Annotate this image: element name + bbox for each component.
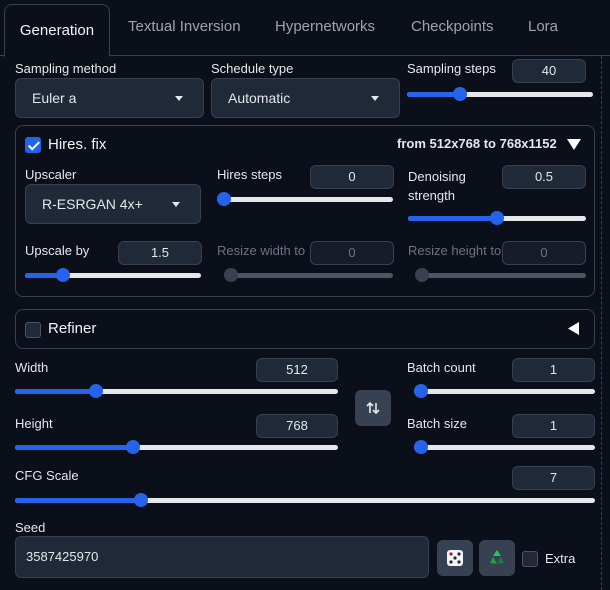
upscaler-label: Upscaler xyxy=(25,167,77,182)
batch-size-slider[interactable] xyxy=(414,440,595,454)
sampling-method-label: Sampling method xyxy=(15,61,117,76)
tab-generation[interactable]: Generation xyxy=(4,4,110,57)
upscale-by-input[interactable]: 1.5 xyxy=(118,241,202,265)
swap-icon xyxy=(366,401,380,415)
resize-height-slider[interactable] xyxy=(415,268,586,282)
height-slider[interactable] xyxy=(15,440,338,454)
triangle-down-icon[interactable] xyxy=(567,139,581,150)
slider-track xyxy=(224,273,393,278)
random-seed-button[interactable] xyxy=(437,540,473,576)
panel-divider xyxy=(601,56,602,590)
schedule-type-label: Schedule type xyxy=(211,61,294,76)
dice-icon xyxy=(447,550,463,566)
slider-thumb[interactable] xyxy=(133,493,148,507)
height-input[interactable]: 768 xyxy=(256,414,338,438)
extra-label: Extra xyxy=(545,551,576,566)
cfg-scale-label: CFG Scale xyxy=(15,468,79,483)
batch-count-slider[interactable] xyxy=(414,384,595,398)
slider-fill xyxy=(408,216,497,221)
batch-count-label: Batch count xyxy=(407,360,476,375)
chevron-down-icon xyxy=(172,202,180,207)
reuse-seed-button[interactable] xyxy=(479,540,515,576)
slider-thumb[interactable] xyxy=(415,268,429,282)
batch-count-input[interactable]: 1 xyxy=(512,358,595,382)
upscaler-dropdown[interactable]: R-ESRGAN 4x+ xyxy=(25,184,201,224)
refiner-title: Refiner xyxy=(48,320,97,337)
seed-label: Seed xyxy=(15,520,46,535)
denoising-strength-slider[interactable] xyxy=(408,211,586,225)
tab-hypernetworks[interactable]: Hypernetworks xyxy=(275,18,375,35)
slider-thumb[interactable] xyxy=(453,87,468,101)
slider-thumb[interactable] xyxy=(490,211,504,225)
slider-fill xyxy=(15,498,137,503)
slider-thumb[interactable] xyxy=(55,268,70,282)
slider-track xyxy=(217,197,393,202)
sampling-steps-input[interactable]: 40 xyxy=(512,59,586,83)
upscaler-value: R-ESRGAN 4x+ xyxy=(42,196,143,212)
extra-checkbox[interactable] xyxy=(522,551,538,567)
resize-width-input[interactable]: 0 xyxy=(310,241,394,265)
slider-fill xyxy=(25,273,59,278)
resize-height-input[interactable]: 0 xyxy=(502,241,586,265)
hires-fix-title: Hires. fix xyxy=(48,136,107,153)
tab-checkpoints[interactable]: Checkpoints xyxy=(411,18,494,35)
resize-height-label: Resize height to xyxy=(408,243,502,258)
batch-size-input[interactable]: 1 xyxy=(512,414,595,438)
hires-steps-label: Hires steps xyxy=(217,167,283,182)
refiner-checkbox[interactable] xyxy=(25,322,41,338)
width-input[interactable]: 512 xyxy=(256,358,338,382)
resize-width-label: Resize width to xyxy=(217,243,306,258)
slider-thumb[interactable] xyxy=(89,384,104,398)
sampling-steps-label: Sampling steps xyxy=(407,61,496,76)
batch-size-label: Batch size xyxy=(407,416,467,431)
tab-textual-inversion[interactable]: Textual Inversion xyxy=(128,18,241,35)
slider-track xyxy=(415,273,586,278)
slider-thumb[interactable] xyxy=(414,384,428,398)
slider-fill xyxy=(15,389,93,394)
chevron-down-icon xyxy=(175,96,183,101)
seed-input[interactable]: 3587425970 xyxy=(15,536,429,578)
sampling-method-value: Euler a xyxy=(32,90,77,106)
slider-fill xyxy=(15,445,132,450)
width-label: Width xyxy=(15,360,49,375)
slider-track xyxy=(414,389,595,394)
slider-thumb[interactable] xyxy=(414,440,428,454)
denoising-strength-label: Denoising strength xyxy=(408,169,466,203)
hires-steps-slider[interactable] xyxy=(217,192,393,206)
width-slider[interactable] xyxy=(15,384,338,398)
resize-width-slider[interactable] xyxy=(224,268,393,282)
schedule-type-dropdown[interactable]: Automatic xyxy=(211,78,400,118)
recycle-icon xyxy=(490,550,504,564)
chevron-down-icon xyxy=(371,96,379,101)
upscale-by-slider[interactable] xyxy=(25,268,201,282)
schedule-type-value: Automatic xyxy=(228,90,291,106)
tab-lora[interactable]: Lora xyxy=(528,18,558,35)
sampling-steps-slider[interactable] xyxy=(407,87,593,101)
denoising-strength-input[interactable]: 0.5 xyxy=(502,165,586,189)
upscale-by-label: Upscale by xyxy=(25,243,90,258)
slider-thumb[interactable] xyxy=(217,192,231,206)
hires-fix-summary: from 512x768 to 768x1152 xyxy=(397,136,557,151)
tab-bar: Generation Textual Inversion Hypernetwor… xyxy=(0,0,610,57)
height-label: Height xyxy=(15,416,53,431)
slider-thumb[interactable] xyxy=(224,268,238,282)
refiner-panel xyxy=(15,309,595,349)
cfg-scale-input[interactable]: 7 xyxy=(512,466,595,490)
triangle-left-icon[interactable] xyxy=(568,322,579,335)
hires-fix-checkbox[interactable] xyxy=(25,137,41,153)
hires-steps-input[interactable]: 0 xyxy=(310,165,394,189)
cfg-scale-slider[interactable] xyxy=(15,493,595,507)
sampling-method-dropdown[interactable]: Euler a xyxy=(15,78,204,118)
slider-track xyxy=(414,445,595,450)
swap-dimensions-button[interactable] xyxy=(355,390,391,426)
slider-fill xyxy=(407,92,458,97)
slider-thumb[interactable] xyxy=(126,440,141,454)
